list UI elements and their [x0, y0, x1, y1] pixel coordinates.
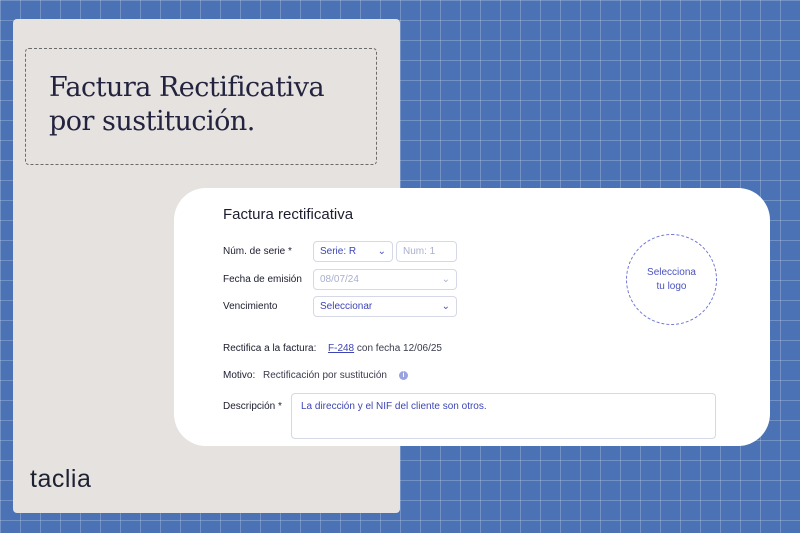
- motivo-label: Motivo:: [223, 370, 256, 381]
- num-input-placeholder: Num: 1: [403, 246, 436, 257]
- chevron-down-icon: ⌄: [441, 274, 450, 285]
- taclia-logo: taclia: [30, 465, 92, 493]
- form-title: Factura rectificativa: [223, 206, 354, 223]
- descripcion-textarea[interactable]: La dirección y el NIF del cliente son ot…: [291, 393, 716, 439]
- banner-title-line-1: Factura Rectificativa: [49, 72, 325, 103]
- rectifica-label: Rectifica a la factura:: [223, 343, 317, 354]
- rectifica-invoice-link[interactable]: F-248: [328, 343, 354, 354]
- logo-upload-line-1: Selecciona: [647, 266, 696, 278]
- fecha-label: Fecha de emisión: [223, 274, 302, 285]
- vencimiento-value: Seleccionar: [320, 301, 373, 312]
- descripcion-label: Descripción *: [223, 401, 282, 412]
- rectifica-invoice-link-row: F-248 con fecha 12/06/25: [328, 343, 442, 354]
- vencimiento-label: Vencimiento: [223, 301, 278, 312]
- logo-upload-line-2: tu logo: [656, 280, 687, 292]
- info-icon[interactable]: i: [399, 371, 408, 380]
- num-input[interactable]: Num: 1: [396, 241, 457, 262]
- descripcion-value: La dirección y el NIF del cliente son ot…: [301, 401, 487, 412]
- banner-title-box: Factura Rectificativa por sustitución.: [25, 48, 377, 165]
- chevron-down-icon: ⌄: [441, 301, 450, 312]
- vencimiento-select[interactable]: Seleccionar ⌄: [313, 296, 457, 317]
- serie-select[interactable]: Serie: R ⌄: [313, 241, 393, 262]
- invoice-form-card: Factura rectificativa Núm. de serie * Se…: [174, 188, 770, 446]
- chevron-down-icon: ⌄: [377, 246, 386, 257]
- rectifica-date: con fecha 12/06/25: [356, 343, 442, 354]
- fecha-emision-value: 08/07/24: [320, 274, 359, 285]
- motivo-value: Rectificación por sustitución: [263, 370, 387, 381]
- logo-upload-button[interactable]: Selecciona tu logo: [626, 234, 717, 325]
- banner-title-line-2: por sustitución.: [49, 106, 255, 137]
- serie-label: Núm. de serie *: [223, 246, 292, 257]
- fecha-emision-select[interactable]: 08/07/24 ⌄: [313, 269, 457, 290]
- serie-select-value: Serie: R: [320, 246, 357, 257]
